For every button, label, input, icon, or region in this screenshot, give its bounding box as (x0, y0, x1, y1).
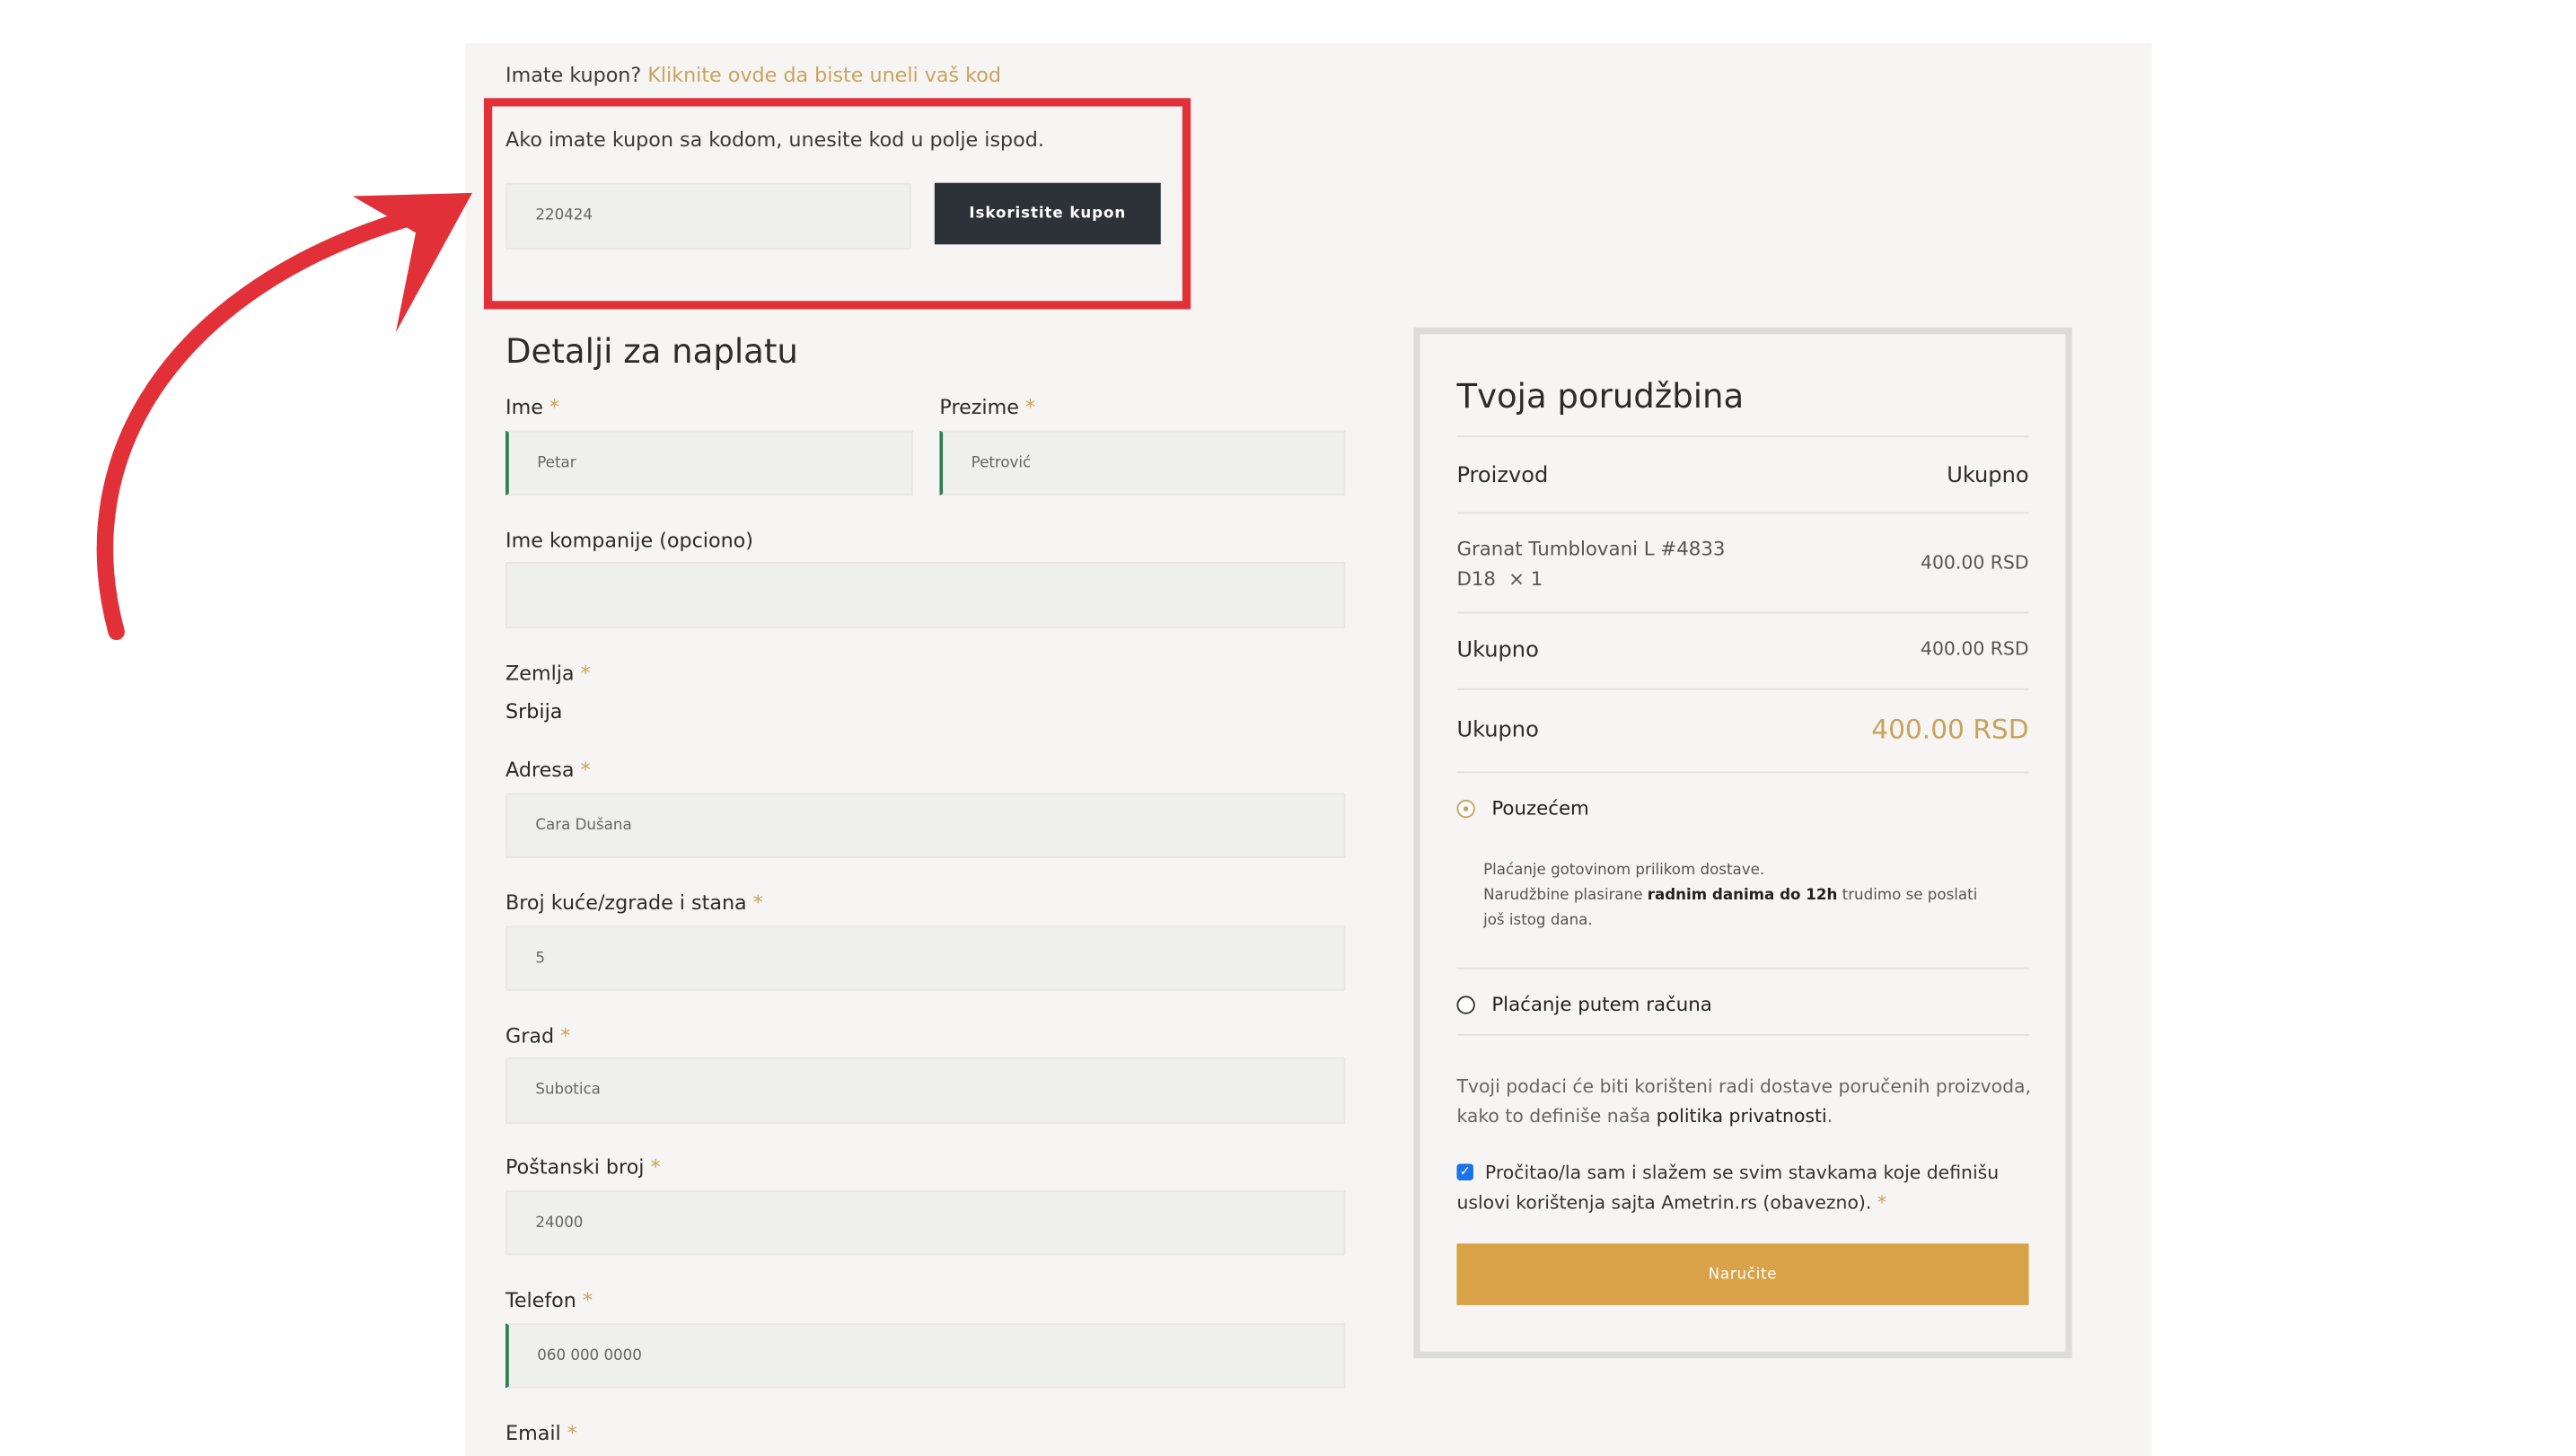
cod-desc-line2: Narudžbine plasirane radnim danima do 12… (1483, 884, 1977, 909)
cod-desc-line3: još istog dana. (1483, 912, 1593, 930)
col-total-header: Ukupno (1947, 463, 2029, 489)
place-order-button[interactable]: Naručite (1456, 1243, 2029, 1305)
last-name-field[interactable]: Petrović (939, 430, 1346, 496)
city-field[interactable]: Subotica (506, 1057, 1346, 1125)
coupon-toggle-link[interactable]: Kliknite ovde da biste uneli vaš kod (647, 63, 1001, 86)
terms-text: Pročitao/la sam i slažem se svim stavkam… (1456, 1159, 1999, 1219)
house-number-label-text: Broj kuće/zgrade i stana (506, 890, 747, 915)
address-label-text: Adresa (506, 758, 575, 782)
house-number-field[interactable]: 5 (506, 925, 1346, 991)
billing-title: Detalji za naplatu (506, 330, 798, 372)
payment-cod-radio[interactable] (1456, 799, 1475, 819)
terms-line2-text: uslovi korištenja sajta Ametrin.rs (obav… (1456, 1191, 1872, 1215)
total-label: Ukupno (1456, 718, 1539, 743)
required-mark: * (582, 1288, 593, 1312)
payment-cod-label[interactable]: Pouzećem (1491, 796, 1588, 820)
email-label-text: Email (506, 1421, 561, 1445)
cod-desc-line1: Plaćanje gotovinom prilikom dostave. (1483, 863, 1765, 880)
last-name-label: Prezime * (939, 396, 1035, 419)
annotation-arrow-icon (96, 192, 472, 641)
required-mark: * (650, 1155, 661, 1180)
city-label-text: Grad (506, 1023, 555, 1048)
divider (1456, 512, 2029, 514)
country-value: Srbija (506, 699, 563, 724)
cod-desc-line2-pre: Narudžbine plasirane (1483, 888, 1648, 905)
privacy-notice: Tvoji podaci će biti korišteni radi dost… (1456, 1073, 2031, 1133)
divider (1456, 1034, 2029, 1036)
item-variant: D18 (1456, 566, 1496, 591)
cod-description: Plaćanje gotovinom prilikom dostave. Nar… (1483, 860, 1977, 934)
cod-desc-bold: radnim danima do 12h (1647, 888, 1838, 905)
subtotal-label: Ukupno (1456, 638, 1539, 663)
required-mark: * (560, 1023, 571, 1048)
privacy-policy-link[interactable]: politika privatnosti (1657, 1106, 1827, 1127)
coupon-code-input[interactable]: 220424 (506, 182, 911, 250)
cod-desc-line2-post: trudimo se poslati (1837, 888, 1978, 905)
item-price: 400.00 RSD (1921, 551, 2029, 574)
item-name-line2: D18 × 1 (1456, 567, 1543, 591)
terms-line2: uslovi korištenja sajta Ametrin.rs (obav… (1456, 1188, 1999, 1218)
privacy-line2-pre: kako to definiše naša (1456, 1105, 1657, 1127)
terms-line1: Pročitao/la sam i slažem se svim stavkam… (1484, 1162, 2000, 1184)
country-label-text: Zemlja (506, 662, 575, 686)
postal-code-label: Poštanski broj * (506, 1155, 661, 1179)
required-mark: * (752, 890, 763, 915)
apply-coupon-button[interactable]: Iskoristite kupon (934, 182, 1161, 245)
col-product-header: Proizvod (1456, 463, 1549, 489)
first-name-field[interactable]: Petar (506, 430, 913, 496)
coupon-prompt-text: Imate kupon? (506, 63, 642, 87)
company-label: Ime kompanije (opciono) (506, 528, 753, 552)
order-title: Tvoja porudžbina (1456, 375, 1745, 417)
last-name-label-text: Prezime (939, 395, 1019, 419)
required-mark: * (549, 395, 560, 419)
payment-invoice-radio[interactable] (1456, 996, 1475, 1014)
payment-invoice-label[interactable]: Plaćanje putem računa (1491, 993, 1711, 1016)
total-value: 400.00 RSD (1871, 713, 2029, 745)
company-field[interactable] (506, 562, 1346, 629)
required-mark: * (567, 1421, 577, 1445)
item-name: Granat Tumblovani L #4833 (1456, 537, 1726, 561)
divider (1456, 771, 2029, 774)
address-field[interactable]: Cara Dušana (506, 793, 1346, 858)
phone-field[interactable]: 060 000 0000 (506, 1323, 1346, 1389)
coupon-hint: Ako imate kupon sa kodom, unesite kod u … (506, 127, 1044, 152)
divider (1456, 435, 2029, 438)
item-quantity: × 1 (1508, 566, 1543, 591)
divider (1456, 611, 2029, 614)
phone-label: Telefon * (506, 1288, 593, 1311)
city-label: Grad * (506, 1024, 570, 1048)
country-label: Zemlja * (506, 662, 591, 685)
required-mark: * (1877, 1191, 1887, 1215)
privacy-line2: kako to definiše naša politika privatnos… (1456, 1102, 2031, 1132)
required-mark: * (580, 758, 591, 782)
required-mark: * (580, 662, 591, 686)
subtotal-value: 400.00 RSD (1921, 638, 2029, 661)
divider (1456, 967, 2029, 969)
coupon-prompt: Imate kupon? Kliknite ovde da biste unel… (506, 63, 1001, 88)
required-mark: * (1025, 395, 1036, 419)
house-number-label: Broj kuće/zgrade i stana * (506, 891, 763, 915)
postal-code-field[interactable]: 24000 (506, 1190, 1346, 1256)
first-name-label-text: Ime (506, 395, 543, 419)
address-label: Adresa * (506, 759, 591, 782)
privacy-line2-post: . (1826, 1105, 1833, 1127)
privacy-line1: Tvoji podaci će biti korišteni radi dost… (1456, 1075, 2032, 1098)
postal-code-label-text: Poštanski broj (506, 1155, 645, 1180)
phone-label-text: Telefon (506, 1288, 576, 1312)
first-name-label: Ime * (506, 396, 559, 419)
email-label: Email * (506, 1422, 577, 1445)
divider (1456, 688, 2029, 690)
